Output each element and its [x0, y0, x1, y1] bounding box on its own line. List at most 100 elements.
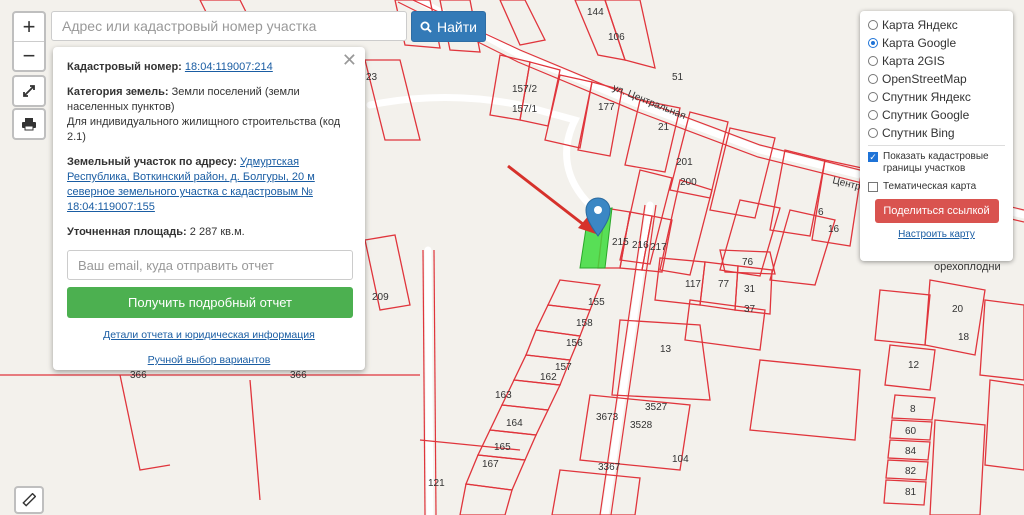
radio-button[interactable] [868, 38, 878, 48]
parcel-label: 155 [588, 297, 605, 308]
parcel-label: 158 [576, 318, 593, 329]
search-button-label: Найти [437, 18, 477, 35]
parcel-label: 3528 [630, 420, 653, 431]
parcel-label: 157 [555, 362, 572, 373]
parcel-label: 18 [958, 332, 970, 343]
parcel-label: 3673 [596, 412, 619, 423]
parcel-label: 201 [676, 157, 693, 168]
layer-option-label: Спутник Google [882, 108, 970, 122]
ruler-button[interactable] [14, 486, 44, 514]
ruler-icon [22, 493, 36, 507]
parcel-label: 156 [566, 338, 583, 349]
parcel-label: 121 [428, 478, 445, 489]
radio-button[interactable] [868, 92, 878, 102]
parcel-label: 117 [685, 279, 701, 290]
parcel-label: 81 [905, 487, 917, 498]
layer-option-label: Спутник Bing [882, 126, 955, 140]
parcel-label: 20 [952, 304, 964, 315]
fullscreen-button[interactable] [12, 75, 46, 107]
parcel-label: 164 [506, 418, 523, 429]
layer-option[interactable]: Спутник Bing [868, 124, 1005, 142]
address-label: Земельный участок по адресу: [67, 156, 237, 168]
parcel-label: 165 [494, 442, 511, 453]
zoom-in-button[interactable]: + [14, 13, 44, 41]
parcel-label: 217 [650, 242, 667, 253]
email-field[interactable] [67, 250, 353, 280]
layer-option-label: Карта 2GIS [882, 54, 945, 68]
radio-button[interactable] [868, 74, 878, 84]
print-button[interactable] [12, 108, 46, 140]
use-text: Для индивидуального жилищного строительс… [67, 116, 341, 143]
radio-button[interactable] [868, 110, 878, 120]
show-cadastral-checkbox[interactable]: ✓ Показать кадастровые границы участков [868, 151, 1005, 175]
parcel-label: 6 [818, 207, 824, 218]
area-label: Уточненная площадь: [67, 226, 187, 238]
parcel-label: 3527 [645, 402, 668, 413]
radio-button[interactable] [868, 128, 878, 138]
search-input[interactable] [51, 11, 407, 41]
layer-option-label: Карта Google [882, 36, 957, 50]
parcel-label: 37 [744, 304, 756, 315]
divider [868, 145, 1005, 146]
category-label: Категория земель: [67, 86, 169, 98]
parcel-label: 12 [908, 360, 920, 371]
parcel-label: 366 [290, 370, 307, 381]
checkbox-icon[interactable] [868, 182, 878, 192]
layer-option[interactable]: Карта Яндекс [868, 16, 1005, 34]
parcel-label: 104 [672, 454, 689, 465]
parcel-label: 8 [910, 404, 916, 415]
printer-icon [22, 118, 36, 131]
radio-button[interactable] [868, 56, 878, 66]
checkbox-checked-icon[interactable]: ✓ [868, 152, 878, 162]
zoom-out-button[interactable]: − [14, 41, 44, 70]
manual-choice-link[interactable]: Ручной выбор вариантов [148, 354, 271, 366]
parcel-label: 3367 [598, 462, 621, 473]
parcel-label: 76 [742, 257, 754, 268]
cadastral-row: Кадастровый номер: 18:04:119007:214 [67, 60, 351, 75]
radio-button[interactable] [868, 20, 878, 30]
parcel-label: 177 [598, 102, 615, 113]
expand-icon [23, 85, 35, 97]
area-value: 2 287 кв.м. [189, 226, 245, 238]
parcel-label: 162 [540, 372, 557, 383]
report-details-link[interactable]: Детали отчета и юридическая информация [103, 329, 315, 341]
search-icon [420, 21, 432, 33]
place-label: орехоплодни [934, 261, 1001, 273]
zoom-control: + − [12, 11, 46, 72]
parcel-label: 209 [372, 292, 389, 303]
layer-option-label: Карта Яндекс [882, 18, 958, 32]
parcel-label: 200 [680, 177, 697, 188]
area-row: Уточненная площадь: 2 287 кв.м. [67, 225, 351, 240]
layers-panel: Карта Яндекс Карта Google Карта 2GIS Ope… [860, 11, 1013, 261]
close-icon[interactable]: ✕ [342, 51, 357, 69]
parcel-label: 163 [495, 390, 512, 401]
setup-map-link[interactable]: Настроить карту [898, 229, 975, 240]
parcel-label: 157/2 [512, 84, 537, 95]
search-button[interactable]: Найти [411, 11, 486, 42]
parcel-label: 13 [660, 344, 672, 355]
parcel-label: 84 [905, 446, 917, 457]
parcel-label: 144 [587, 7, 604, 18]
thematic-checkbox[interactable]: Тематическая карта [868, 181, 1005, 193]
layer-option[interactable]: Карта 2GIS [868, 52, 1005, 70]
show-cadastral-label: Показать кадастровые границы участков [883, 151, 989, 174]
layer-option[interactable]: Спутник Яндекс [868, 88, 1005, 106]
share-link-button[interactable]: Поделиться ссылкой [874, 199, 999, 223]
parcel-label: 51 [672, 72, 684, 83]
layer-option[interactable]: Спутник Google [868, 106, 1005, 124]
parcel-label: 366 [130, 370, 147, 381]
get-report-button[interactable]: Получить подробный отчет [67, 287, 353, 318]
parcel-label: 16 [828, 224, 840, 235]
parcel-label: 82 [905, 466, 917, 477]
parcel-label: 60 [905, 426, 917, 437]
layer-option-label: Спутник Яндекс [882, 90, 971, 104]
cadastral-number-link[interactable]: 18:04:119007:214 [185, 61, 273, 73]
layer-option[interactable]: OpenStreetMap [868, 70, 1005, 88]
address-row: Земельный участок по адресу: Удмуртская … [67, 155, 351, 215]
parcel-label: 215 [612, 237, 629, 248]
parcel-label: 106 [608, 32, 625, 43]
cadastral-label: Кадастровый номер: [67, 61, 182, 73]
parcel-info-popup: ✕ Кадастровый номер: 18:04:119007:214 Ка… [53, 47, 365, 370]
layer-option[interactable]: Карта Google [868, 34, 1005, 52]
parcel-label: 77 [718, 279, 730, 290]
